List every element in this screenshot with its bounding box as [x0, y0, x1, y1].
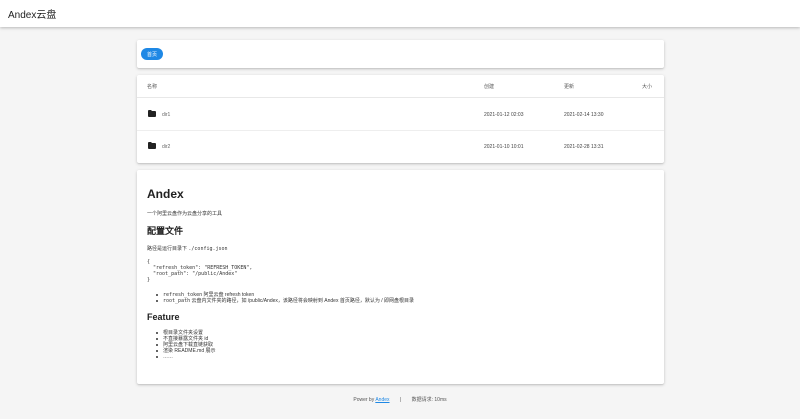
config-desc: 云盘内文件夹的路径，如 /public/Andex，该路径将会映射到 Andex…	[191, 298, 415, 304]
list-item: root_path 云盘内文件夹的路径，如 /public/Andex，该路径将…	[156, 298, 654, 304]
feature-list: 根目录文件夹设置 不直接暴露文件夹 id 阿里云盘下载直链获取 渲染 READM…	[156, 330, 654, 360]
config-key: root_path	[163, 298, 191, 304]
config-path-prefix: 路径是运行目录下	[147, 246, 188, 252]
table-row[interactable]: dir1 2021-01-12 02:03 2021-02-14 13:30	[137, 99, 664, 131]
row-updated: 2021-02-28 13:31	[564, 144, 604, 150]
file-table: 名称 创建 更新 大小 dir1 2021-01-12 02:03 2021-0…	[137, 75, 664, 163]
powered-by-text: Power by	[353, 397, 375, 403]
list-item: ……	[156, 354, 654, 360]
footer: Power by Andex | 数据请求: 10ms	[0, 396, 800, 403]
column-header-name[interactable]: 名称	[147, 83, 157, 90]
andex-link[interactable]: Andex	[375, 397, 389, 403]
row-created: 2021-01-10 10:01	[484, 144, 524, 150]
column-header-size[interactable]: 大小	[642, 83, 652, 90]
config-heading: 配置文件	[147, 226, 184, 236]
folder-icon	[148, 110, 156, 117]
readme-title: Andex	[147, 187, 184, 201]
readme-intro: 一个阿里云盘作为云盘分享的工具	[147, 211, 223, 217]
config-list: refresh_token 阿里云盘 refresh token root_pa…	[156, 292, 654, 304]
row-name[interactable]: dir2	[162, 144, 170, 150]
breadcrumb: 首页	[137, 40, 664, 68]
row-name[interactable]: dir1	[162, 112, 170, 118]
table-header: 名称 创建 更新 大小	[137, 75, 664, 98]
feature-heading: Feature	[147, 312, 180, 322]
readme-panel: Andex 一个阿里云盘作为云盘分享的工具 配置文件 路径是运行目录下 ./co…	[137, 170, 664, 384]
row-created: 2021-01-12 02:03	[484, 112, 524, 118]
column-header-updated[interactable]: 更新	[564, 83, 574, 90]
folder-icon	[148, 142, 156, 149]
config-path-file: ./config.json	[188, 246, 228, 252]
footer-separator: |	[399, 397, 402, 403]
request-timing: 数据请求: 10ms	[411, 397, 447, 403]
table-row[interactable]: dir2 2021-01-10 10:01 2021-02-28 13:31	[137, 131, 664, 163]
column-header-created[interactable]: 创建	[484, 83, 494, 90]
app-title[interactable]: Andex云盘	[8, 6, 56, 21]
row-updated: 2021-02-14 13:30	[564, 112, 604, 118]
config-code-block: { "refresh_token": "REFRESH_TOKEN", "roo…	[147, 259, 253, 283]
app-bar: Andex云盘	[0, 0, 800, 27]
config-path-text: 路径是运行目录下 ./config.json	[147, 245, 654, 252]
breadcrumb-home-chip[interactable]: 首页	[141, 48, 164, 60]
